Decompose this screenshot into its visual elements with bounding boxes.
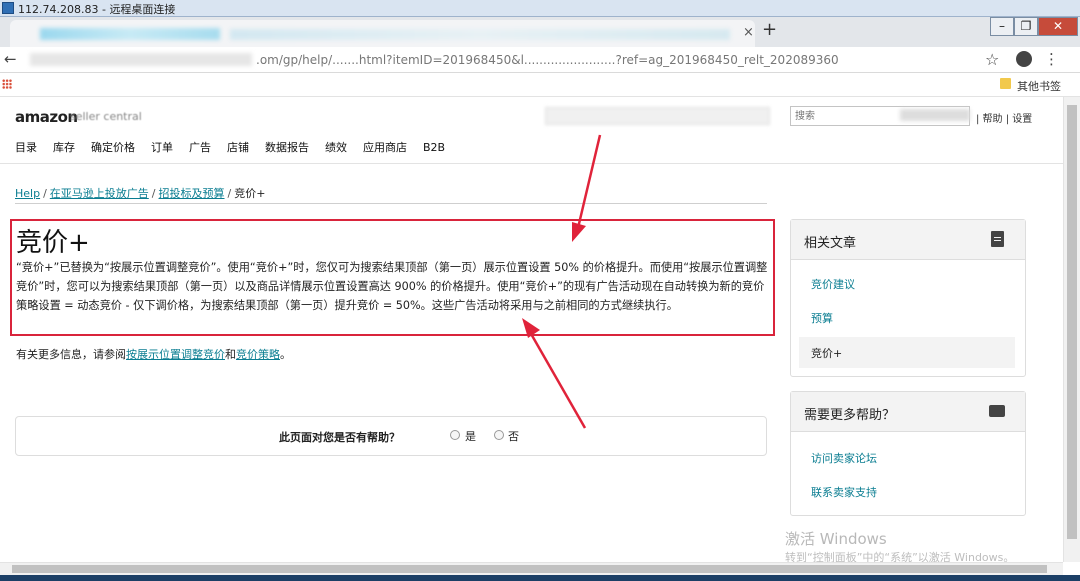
other-bookmarks[interactable]: 其他书签 [1017,78,1061,94]
nav-item[interactable]: 广告 [189,141,211,154]
activate-windows-title: 激活 Windows [785,530,887,548]
remote-desktop-title: 112.74.208.83 - 远程桌面连接 [18,3,176,16]
url-field[interactable]: .om/gp/help/.......html?itemID=201968450… [256,53,839,67]
maximize-button[interactable]: ❐ [1014,17,1038,36]
related-articles-title: 相关文章 [804,236,857,251]
blurred-search-text [900,109,970,121]
nav-item[interactable]: 数据报告 [265,141,309,154]
nav-item[interactable]: 店铺 [227,141,249,154]
feedback-yes-radio[interactable] [450,430,460,440]
more-suffix: 。 [280,348,291,361]
breadcrumb-separator: / [151,187,156,200]
related-link-bid-suggestions[interactable]: 竞价建议 [811,276,855,292]
feedback-yes-label[interactable]: 是 [465,428,476,444]
help-link-support[interactable]: 联系卖家支持 [811,484,877,500]
horizontal-scrollbar[interactable] [0,562,1063,575]
blurred-field [545,107,770,125]
bid-strategy-link[interactable]: 竞价策略 [236,348,280,361]
help-link-forum[interactable]: 访问卖家论坛 [811,450,877,466]
more-help-box: 需要更多帮助？ 访问卖家论坛 联系卖家支持 [790,391,1026,516]
related-current-item: 竞价+ [811,347,843,360]
browser-menu-icon[interactable]: ⋮ [1044,50,1059,68]
apps-grid-icon[interactable] [2,79,12,89]
nav-item[interactable]: B2B [423,141,445,154]
related-articles-box: 相关文章 竞价建议 预算 竞价+ [790,219,1026,377]
amazon-logo[interactable]: amazon [15,108,78,126]
more-help-header: 需要更多帮助？ [791,392,1025,432]
seller-central-label: seller central [70,110,142,123]
more-and: 和 [225,348,236,361]
breadcrumb-link[interactable]: Help [15,187,40,200]
main-nav: 目录 库存 确定价格 订单 广告 店铺 数据报告 绩效 应用商店 B2B [15,139,461,155]
tab-title-blurred-2 [230,29,730,40]
nav-divider [0,163,1063,164]
more-prefix: 有关更多信息，请参阅 [16,348,126,361]
breadcrumb-divider [15,203,767,204]
nav-item[interactable]: 库存 [53,141,75,154]
tab-close-icon[interactable]: × [743,25,754,40]
browser-tab[interactable]: × [10,20,755,47]
nav-item[interactable]: 绩效 [325,141,347,154]
vertical-scrollbar[interactable] [1063,97,1080,562]
document-icon [991,231,1004,247]
related-link-budget[interactable]: 预算 [811,310,833,326]
breadcrumb-separator: / [43,187,47,200]
more-help-title: 需要更多帮助？ [804,408,896,423]
placement-bid-link[interactable]: 按展示位置调整竞价 [126,348,225,361]
new-tab-button[interactable]: + [762,19,777,40]
feedback-question: 此页面对您是否有帮助？ [279,431,400,444]
breadcrumb-link[interactable]: 招投标及预算 [159,187,225,200]
url-blurred [30,53,252,66]
account-icon[interactable] [1016,51,1032,67]
chat-icon [989,405,1005,417]
minimize-button[interactable]: – [990,17,1014,36]
breadcrumb-separator: / [227,187,232,200]
folder-icon[interactable] [1000,78,1011,89]
feedback-no-radio[interactable] [494,430,504,440]
more-info-line: 有关更多信息，请参阅按展示位置调整竞价和竞价策略。 [16,346,291,362]
address-bar: ← .om/gp/help/.......html?itemID=2019684… [0,47,1080,73]
red-highlight-box [10,219,775,336]
help-settings-links[interactable]: | 帮助 | 设置 [976,110,1032,125]
breadcrumb-link[interactable]: 在亚马逊上投放广告 [50,187,149,200]
remote-desktop-titlebar: 112.74.208.83 - 远程桌面连接 [0,0,1080,17]
close-window-button[interactable]: ✕ [1038,17,1078,36]
nav-item[interactable]: 确定价格 [91,141,135,154]
browser-tabstrip: × + [0,17,1080,47]
bookmarks-bar: 其他书签 [0,73,1080,97]
nav-item[interactable]: 应用商店 [363,141,407,154]
page-content: amazon seller central | 帮助 | 设置 目录 库存 确定价格… [0,97,1063,564]
remote-desktop-icon [2,2,14,14]
feedback-box: 此页面对您是否有帮助？ 是 否 [15,416,767,456]
nav-item[interactable]: 目录 [15,141,37,154]
tab-title-blurred [40,28,220,40]
back-arrow-icon[interactable]: ← [4,50,17,68]
breadcrumb: Help / 在亚马逊上投放广告 / 招投标及预算 / 竞价+ [15,185,265,201]
related-articles-header: 相关文章 [791,220,1025,260]
feedback-no-label[interactable]: 否 [508,428,519,444]
windows-taskbar [0,575,1080,581]
nav-item[interactable]: 订单 [151,141,173,154]
bookmark-star-icon[interactable]: ☆ [985,50,999,69]
horizontal-scroll-thumb[interactable] [12,565,1047,573]
breadcrumb-current: 竞价+ [234,187,266,200]
vertical-scroll-thumb[interactable] [1067,105,1077,539]
